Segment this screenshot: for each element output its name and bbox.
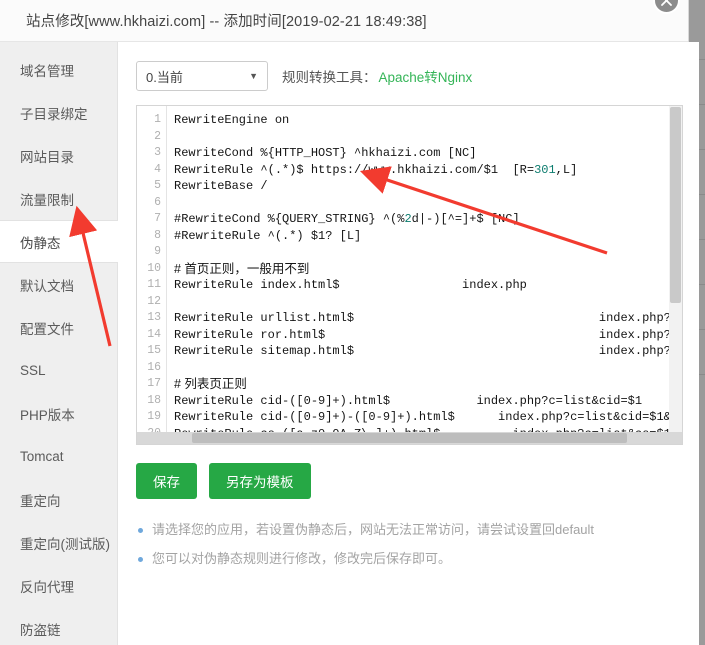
sidebar-item-0[interactable]: 域名管理 [0, 48, 117, 91]
help-notes: 请选择您的应用，若设置伪静态后，网站无法正常访问，请尝试设置回default 您可… [136, 521, 683, 568]
modal-body: 域名管理子目录绑定网站目录流量限制伪静态默认文档配置文件 SSL PHP版本 Tomc… [0, 42, 699, 645]
line-number: 9 [154, 245, 161, 258]
sidebar-item-label: 反向代理 [20, 579, 74, 595]
rewrite-rules-editor[interactable]: 123456789101112131415161718192021 Rewrit… [136, 105, 683, 445]
code-line: RewriteRule ^(.*)$ https://www.hkhaizi.c… [174, 162, 578, 177]
rule-preset-select[interactable]: 0.当前 ▼ [136, 61, 268, 91]
code-line: RewriteRule urllist.html$ index.php?c=si… [174, 311, 682, 325]
line-number: 14 [147, 327, 161, 341]
code-line: RewriteRule cid-([0-9]+)-([0-9]+).html$ … [174, 410, 682, 424]
save-button[interactable]: 保存 [136, 463, 197, 499]
rule-preset-value: 0.当前 [146, 69, 183, 85]
line-number: 5 [154, 179, 161, 192]
code-line: RewriteRule index.html$ index.php [174, 278, 527, 292]
code-line: # 列表页正则 [174, 377, 247, 391]
sidebar-item-label: PHP版本 [20, 407, 75, 423]
sidebar-item-label: 域名管理 [20, 63, 74, 79]
sidebar-item-label: 默认文档 [20, 278, 74, 294]
action-buttons: 保存 另存为模板 [136, 463, 683, 499]
sidebar-item-8[interactable]: PHP版本 [0, 392, 117, 435]
sidebar-item-label: 子目录绑定 [20, 106, 88, 122]
note-text: 请选择您的应用，若设置伪静态后，网站无法正常访问，请尝试设置回default [152, 522, 595, 537]
line-number-gutter: 123456789101112131415161718192021 [137, 106, 167, 444]
sidebar-item-3[interactable]: 流量限制 [0, 177, 117, 220]
line-number: 17 [147, 377, 161, 390]
line-number: 16 [147, 360, 161, 374]
sidebar-item-5[interactable]: 默认文档 [0, 263, 117, 306]
code-line: #RewriteRule ^(.*) $1? [L] [174, 228, 362, 243]
sidebar-item-label: 重定向(测试版) [20, 536, 110, 552]
code-line: RewriteBase / [174, 179, 268, 193]
code-line: RewriteCond %{HTTP_HOST} ^hkhaizi.com [N… [174, 146, 477, 160]
line-number: 19 [147, 410, 161, 423]
line-number: 8 [154, 228, 161, 242]
line-number: 10 [147, 261, 161, 275]
note-text: 您可以对伪静态规则进行修改，修改完后保存即可。 [152, 551, 452, 566]
line-number: 18 [147, 393, 161, 407]
sidebar-item-1[interactable]: 子目录绑定 [0, 91, 117, 134]
sidebar: 域名管理子目录绑定网站目录流量限制伪静态默认文档配置文件 SSL PHP版本 Tomc… [0, 42, 118, 645]
sidebar-item-4[interactable]: 伪静态 [0, 220, 118, 263]
site-edit-modal: 站点修改[www.hkhaizi.com] -- 添加时间[2019-02-21… [0, 0, 699, 645]
note-item: 您可以对伪静态规则进行修改，修改完后保存即可。 [136, 550, 683, 568]
line-number: 7 [154, 212, 161, 225]
line-number: 12 [147, 294, 161, 308]
editor-vertical-scroll-thumb[interactable] [670, 107, 681, 303]
sidebar-item-13[interactable]: 防盗链 [0, 607, 117, 645]
sidebar-item-label: SSL [20, 363, 46, 378]
sidebar-item-7[interactable]: SSL [0, 349, 117, 392]
toolbar: 0.当前 ▼ 规则转换工具： Apache转Nginx [136, 61, 683, 91]
bullet-icon [138, 557, 143, 562]
modal-header: 站点修改[www.hkhaizi.com] -- 添加时间[2019-02-21… [0, 0, 688, 42]
sidebar-item-label: 配置文件 [20, 321, 74, 337]
line-number: 2 [154, 129, 161, 143]
code-text-area[interactable]: RewriteEngine on RewriteCond %{HTTP_HOST}… [168, 106, 682, 444]
note-item: 请选择您的应用，若设置伪静态后，网站无法正常访问，请尝试设置回default [136, 521, 683, 539]
line-number: 6 [154, 195, 161, 209]
editor-vertical-scrollbar[interactable] [669, 106, 682, 444]
sidebar-item-2[interactable]: 网站目录 [0, 134, 117, 177]
save-as-template-button[interactable]: 另存为模板 [209, 463, 311, 499]
line-number: 4 [154, 162, 161, 176]
sidebar-item-label: Tomcat [20, 449, 64, 464]
sidebar-item-label: 伪静态 [20, 235, 61, 251]
close-glyph [661, 0, 672, 6]
apache-to-nginx-link[interactable]: Apache转Nginx [379, 66, 473, 86]
sidebar-item-9[interactable]: Tomcat [0, 435, 117, 478]
sidebar-item-10[interactable]: 重定向 [0, 478, 117, 521]
code-line: RewriteEngine on [174, 113, 290, 127]
page-title: 站点修改[www.hkhaizi.com] -- 添加时间[2019-02-21… [26, 14, 427, 30]
sidebar-item-12[interactable]: 反向代理 [0, 564, 117, 607]
code-line: # 首页正则，一般用不到 [174, 261, 310, 276]
line-number: 1 [154, 113, 161, 126]
chevron-down-icon: ▼ [249, 71, 258, 81]
sidebar-item-11[interactable]: 重定向(测试版) [0, 521, 117, 564]
code-line: RewriteRule ror.html$ index.php?c=sitema… [174, 327, 682, 342]
editor-horizontal-scroll-thumb[interactable] [192, 433, 627, 443]
line-number: 15 [147, 344, 161, 357]
sidebar-item-label: 网站目录 [20, 149, 74, 165]
line-number: 11 [147, 278, 161, 291]
line-number: 3 [154, 146, 161, 159]
bullet-icon [138, 528, 143, 533]
editor-horizontal-scrollbar[interactable] [137, 432, 682, 444]
converter-label: 规则转换工具： [282, 70, 377, 85]
content-pane: 0.当前 ▼ 规则转换工具： Apache转Nginx 1 2 3 4 5 6 7 8 9 10 1… [118, 42, 699, 645]
sidebar-item-label: 重定向 [20, 493, 61, 509]
code-line: #RewriteCond %{QUERY_STRING} ^(%2d|-)[^=… [174, 212, 520, 226]
code-line: RewriteRule cid-([0-9]+).html$ index.php… [174, 393, 643, 408]
code-line: RewriteRule sitemap.html$ index.php?c=si… [174, 344, 682, 358]
app-root: 站点修改[www.hkhaizi.com] -- 添加时间[2019-02-21… [0, 0, 705, 645]
line-number: 13 [147, 311, 161, 324]
sidebar-item-label: 防盗链 [20, 622, 61, 638]
sidebar-item-label: 流量限制 [20, 192, 74, 208]
sidebar-item-6[interactable]: 配置文件 [0, 306, 117, 349]
